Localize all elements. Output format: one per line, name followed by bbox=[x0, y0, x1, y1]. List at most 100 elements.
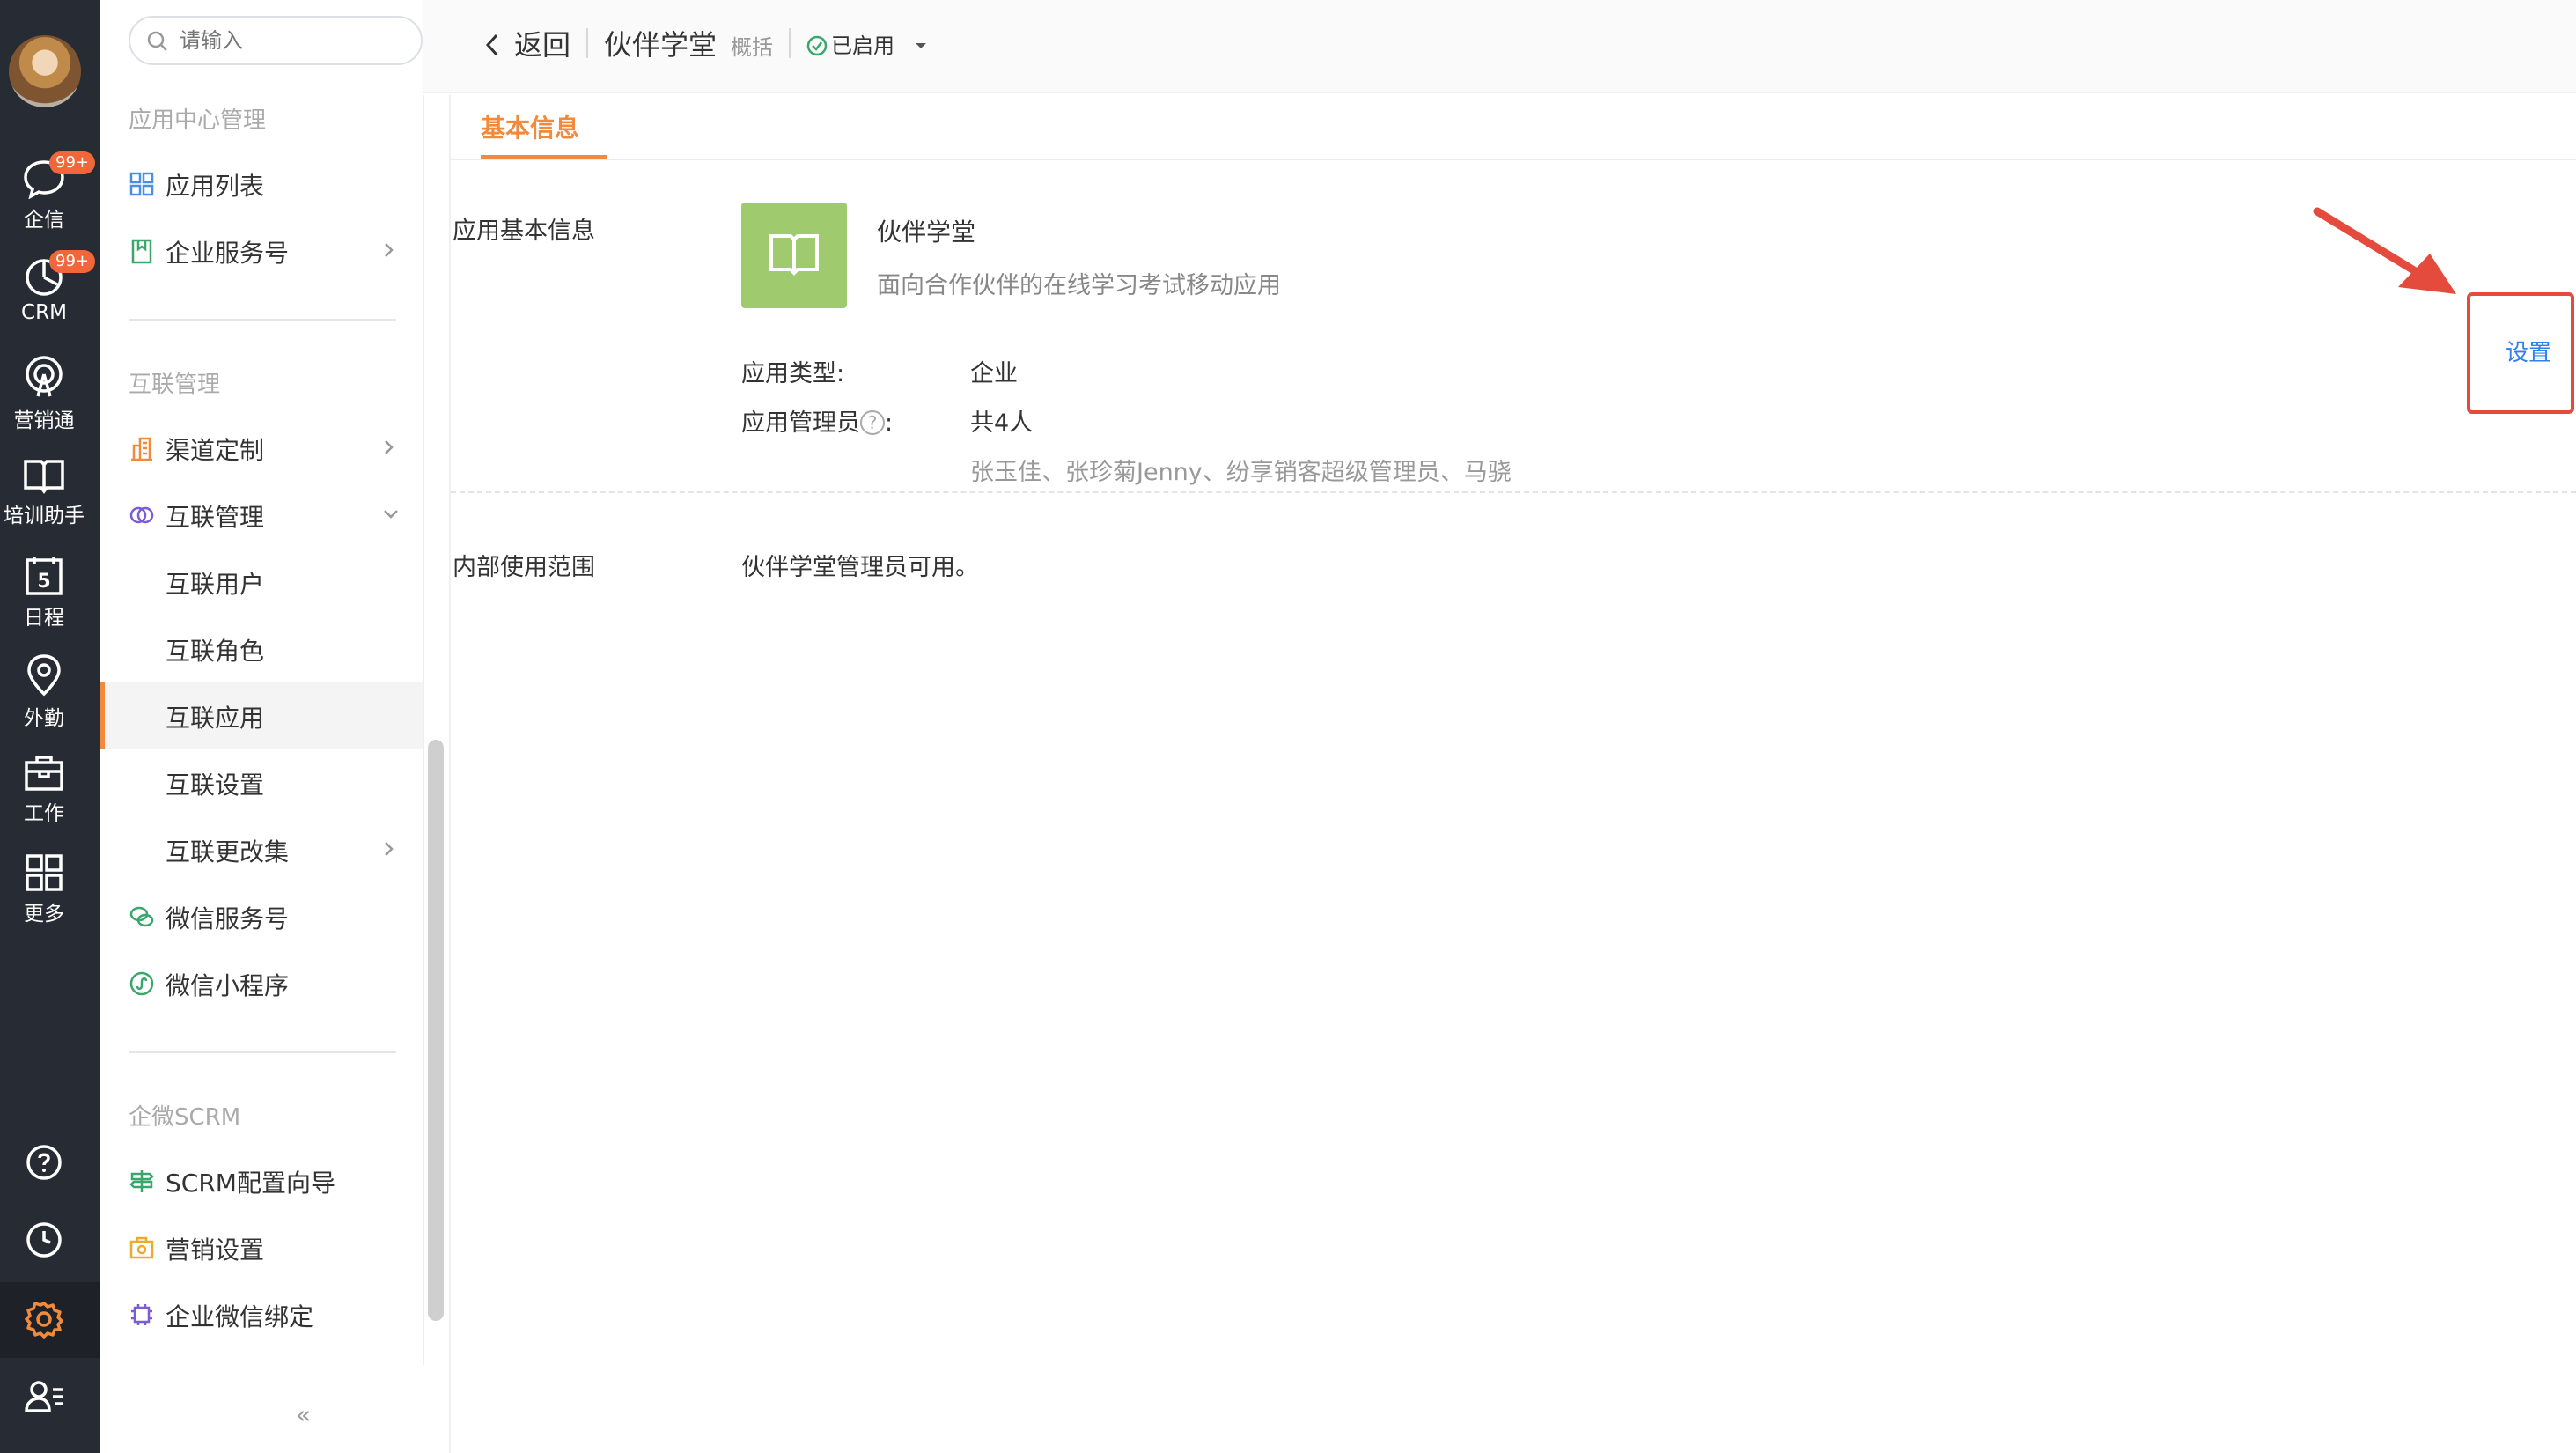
app-rail: 99+ 企信 99+ CRM 营销通 培训助手 5 日程 外勤 工作 更多 bbox=[0, 0, 100, 1453]
rail-item-field[interactable]: 外勤 bbox=[0, 653, 88, 731]
rail-label: 更多 bbox=[24, 903, 64, 926]
nav-subitem-interconnect-changeset[interactable]: 互联更改集 bbox=[100, 815, 423, 882]
app-icon bbox=[741, 203, 847, 308]
tabs-border bbox=[451, 159, 2576, 160]
chevron-down-icon bbox=[384, 510, 398, 519]
rail-item-qixin[interactable]: 99+ 企信 bbox=[0, 151, 95, 232]
app-admin-label: 应用管理员?: bbox=[741, 403, 893, 438]
search-icon bbox=[147, 31, 167, 51]
briefcase-icon bbox=[25, 756, 63, 791]
status-dropdown[interactable]: 已启用 bbox=[806, 28, 933, 59]
nav-item-label: 互联角色 bbox=[166, 637, 265, 666]
location-pin-icon bbox=[27, 654, 61, 697]
section-title-app-center: 应用中心管理 bbox=[129, 107, 267, 134]
nav-item-label: 渠道定制 bbox=[166, 436, 265, 465]
app-name: 伙伴学堂 bbox=[877, 218, 976, 247]
divider bbox=[129, 319, 396, 321]
app-grid-icon bbox=[129, 172, 154, 196]
page-title: 伙伴学堂 bbox=[604, 28, 718, 62]
signpost-icon bbox=[129, 1170, 154, 1192]
app-type-label: 应用类型: bbox=[741, 360, 845, 387]
nav-item-marketing-settings[interactable]: 营销设置 bbox=[100, 1213, 423, 1280]
nav-item-wecom-binding[interactable]: 企业微信绑定 bbox=[100, 1280, 423, 1347]
settings-label: 设置 bbox=[2506, 339, 2552, 365]
rail-item-more[interactable]: 更多 bbox=[0, 852, 88, 926]
status-label: 已启用 bbox=[831, 33, 894, 58]
settings-button[interactable]: 设置 bbox=[2467, 292, 2574, 414]
tab-basic-info[interactable]: 基本信息 bbox=[481, 109, 579, 144]
linked-rings-icon bbox=[129, 506, 154, 524]
nav-item-interconnect-manage[interactable]: 互联管理 bbox=[100, 481, 423, 548]
rail-item-work[interactable]: 工作 bbox=[0, 754, 88, 826]
section-label-basic-info: 应用基本信息 bbox=[453, 218, 595, 245]
divider bbox=[129, 1051, 396, 1053]
header-separator bbox=[586, 28, 588, 58]
red-arrow-annotation bbox=[2313, 207, 2456, 294]
content-divider bbox=[449, 95, 451, 1453]
nav-item-label: 企业服务号 bbox=[166, 239, 290, 268]
nav-item-enterprise-service[interactable]: 企业服务号 bbox=[100, 217, 423, 284]
rail-item-training[interactable]: 培训助手 bbox=[0, 456, 88, 528]
calendar-icon: 5 bbox=[26, 557, 63, 595]
nav-subitem-interconnect-settings[interactable]: 互联设置 bbox=[100, 749, 423, 815]
calendar-day: 5 bbox=[37, 571, 50, 593]
rail-label: 工作 bbox=[24, 802, 64, 825]
collapse-sidebar-button[interactable]: « bbox=[296, 1400, 311, 1429]
grid-icon bbox=[26, 854, 63, 891]
nav-subitem-interconnect-roles[interactable]: 互联角色 bbox=[100, 615, 423, 682]
open-book-icon bbox=[24, 460, 64, 494]
nav-subitem-interconnect-apps[interactable]: 互联应用 bbox=[100, 682, 423, 749]
gear-icon[interactable] bbox=[18, 1293, 70, 1346]
rail-label: 外勤 bbox=[24, 707, 64, 730]
unread-badge: 99+ bbox=[49, 250, 95, 273]
internal-scope-value: 伙伴学堂管理员可用。 bbox=[741, 554, 979, 581]
app-type-value: 企业 bbox=[970, 360, 1018, 387]
section-title-scrm: 企微SCRM bbox=[129, 1104, 241, 1131]
broadcast-icon bbox=[26, 356, 63, 397]
section-divider bbox=[451, 491, 2576, 493]
miniprogram-icon bbox=[129, 971, 154, 996]
help-circle-icon[interactable]: ? bbox=[860, 410, 885, 435]
nav-item-label: 营销设置 bbox=[166, 1235, 265, 1265]
section-label-internal-scope: 内部使用范围 bbox=[453, 554, 595, 581]
chevron-right-icon bbox=[385, 243, 394, 257]
back-button[interactable]: 返回 bbox=[482, 23, 570, 63]
nav-item-scrm-wizard[interactable]: SCRM配置向导 bbox=[100, 1147, 423, 1213]
bookmark-icon bbox=[131, 239, 152, 264]
app-admin-colon: : bbox=[885, 409, 894, 437]
nav-item-label: 微信小程序 bbox=[166, 971, 290, 1000]
rail-item-schedule[interactable]: 5 日程 bbox=[0, 555, 88, 631]
nav-item-label: SCRM配置向导 bbox=[166, 1169, 335, 1198]
rail-label: CRM bbox=[21, 301, 67, 324]
rail-label: 培训助手 bbox=[4, 505, 85, 527]
nav-item-label: 互联设置 bbox=[166, 771, 265, 800]
search-input[interactable] bbox=[180, 26, 400, 55]
rail-item-marketing[interactable]: 营销通 bbox=[0, 356, 88, 433]
briefcase-gear-icon bbox=[129, 1236, 154, 1259]
page-header: 返回 伙伴学堂 概括 已启用 bbox=[423, 0, 2576, 93]
nav-subitem-interconnect-users[interactable]: 互联用户 bbox=[100, 548, 423, 615]
section-title-interconnect: 互联管理 bbox=[129, 372, 221, 398]
wechat-icon bbox=[129, 906, 154, 927]
nav-item-wechat-miniprogram[interactable]: 微信小程序 bbox=[100, 949, 423, 1016]
building-icon bbox=[131, 437, 152, 461]
nav-item-app-list[interactable]: 应用列表 bbox=[100, 150, 423, 217]
active-indicator bbox=[100, 682, 105, 749]
rail-item-crm[interactable]: 99+ CRM bbox=[0, 250, 95, 324]
user-avatar[interactable] bbox=[9, 35, 81, 107]
history-clock-icon[interactable] bbox=[18, 1213, 70, 1266]
check-circle-icon bbox=[806, 35, 828, 56]
chevron-right-icon bbox=[385, 842, 394, 856]
user-list-icon[interactable] bbox=[18, 1370, 70, 1423]
caret-down-icon bbox=[915, 43, 926, 48]
help-icon[interactable] bbox=[18, 1136, 70, 1189]
rail-label: 日程 bbox=[24, 607, 64, 630]
nav-item-channel-custom[interactable]: 渠道定制 bbox=[100, 414, 423, 481]
settings-sidebar: 应用中心管理 应用列表 企业服务号 互联管理 渠道定制 bbox=[100, 0, 423, 1365]
header-separator bbox=[789, 28, 791, 58]
nav-item-label: 互联管理 bbox=[166, 503, 265, 532]
sidebar-scrollbar[interactable] bbox=[428, 740, 444, 1321]
unread-badge: 99+ bbox=[49, 151, 95, 174]
nav-search[interactable] bbox=[129, 16, 423, 65]
nav-item-wechat-service[interactable]: 微信服务号 bbox=[100, 882, 423, 949]
